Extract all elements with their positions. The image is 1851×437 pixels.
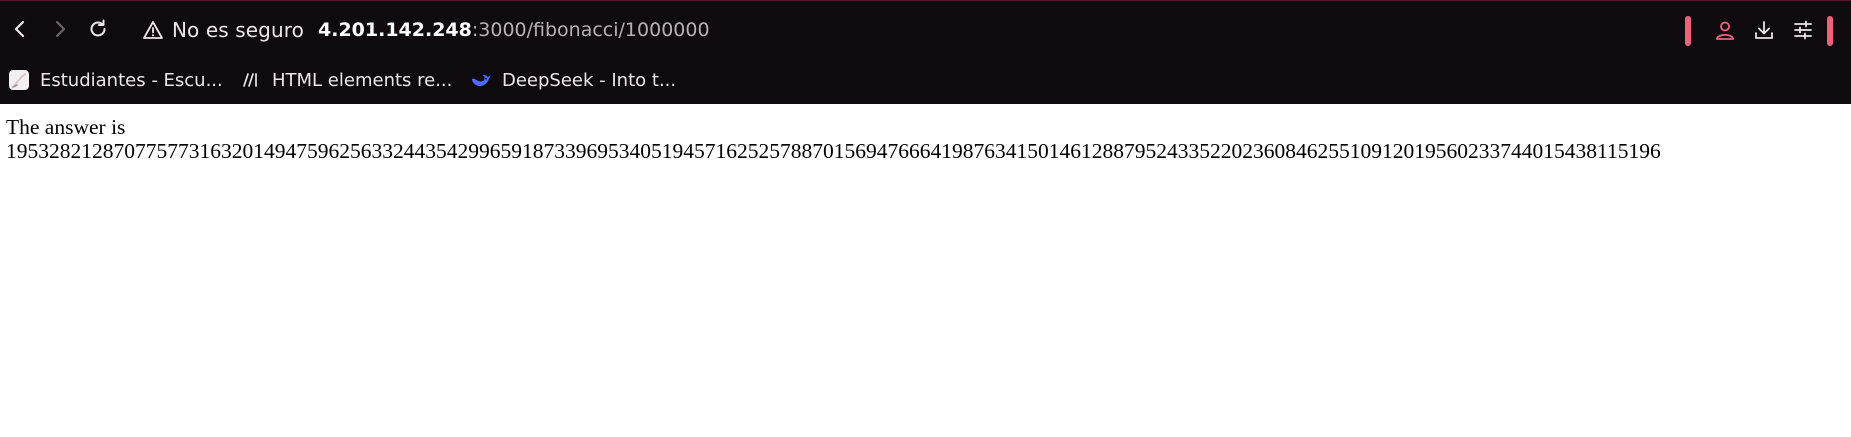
mdn-logo-icon xyxy=(240,69,262,91)
bookmark-label: DeepSeek - Into t... xyxy=(502,69,677,91)
site-security-indicator[interactable]: No es seguro xyxy=(142,17,304,43)
settings-sliders-icon xyxy=(1794,20,1812,40)
profile-button[interactable] xyxy=(1712,17,1738,43)
profile-icon xyxy=(1716,21,1734,40)
bookmark-html-elements[interactable]: HTML elements re... xyxy=(240,65,452,95)
download-icon xyxy=(1755,21,1773,39)
page-content: The answer is 19532821287077577316320149… xyxy=(0,104,1851,437)
chevron-left-icon xyxy=(14,20,25,38)
url-host: 4.201.142.248 xyxy=(318,19,472,41)
browser-chrome: No es seguro 4.201.142.248:3000/fibonacc… xyxy=(0,0,1851,104)
reload-icon xyxy=(90,19,106,37)
bookmark-label: Estudiantes - Escu... xyxy=(40,69,223,91)
bookmark-deepseek[interactable]: DeepSeek - Into t... xyxy=(470,65,676,95)
notebook-icon xyxy=(8,69,30,91)
back-button[interactable] xyxy=(8,17,32,41)
bookmark-label: HTML elements re... xyxy=(272,69,453,91)
answer-value: 1953282128707757731632014947596256332443… xyxy=(6,139,1661,163)
forward-button[interactable] xyxy=(48,17,72,41)
deepseek-whale-icon xyxy=(470,69,492,91)
accent-bar-left xyxy=(1685,16,1691,46)
address-bar[interactable]: 4.201.142.248:3000/fibonacci/1000000 xyxy=(318,17,710,43)
chevron-right-icon xyxy=(55,20,66,38)
answer-label: The answer is xyxy=(6,115,126,139)
customize-button[interactable] xyxy=(1790,17,1816,43)
download-button[interactable] xyxy=(1751,17,1777,43)
bookmark-estudiantes[interactable]: Estudiantes - Escu... xyxy=(8,65,223,95)
url-path: :3000/fibonacci/1000000 xyxy=(471,19,710,41)
security-label: No es seguro xyxy=(172,18,304,42)
browser-toolbar: No es seguro 4.201.142.248:3000/fibonacc… xyxy=(0,1,1851,59)
accent-bar-right xyxy=(1827,16,1833,46)
bookmarks-bar: Estudiantes - Escu... HTML elements re..… xyxy=(0,59,1851,105)
warning-triangle-icon xyxy=(143,21,163,39)
reload-button[interactable] xyxy=(86,17,110,41)
